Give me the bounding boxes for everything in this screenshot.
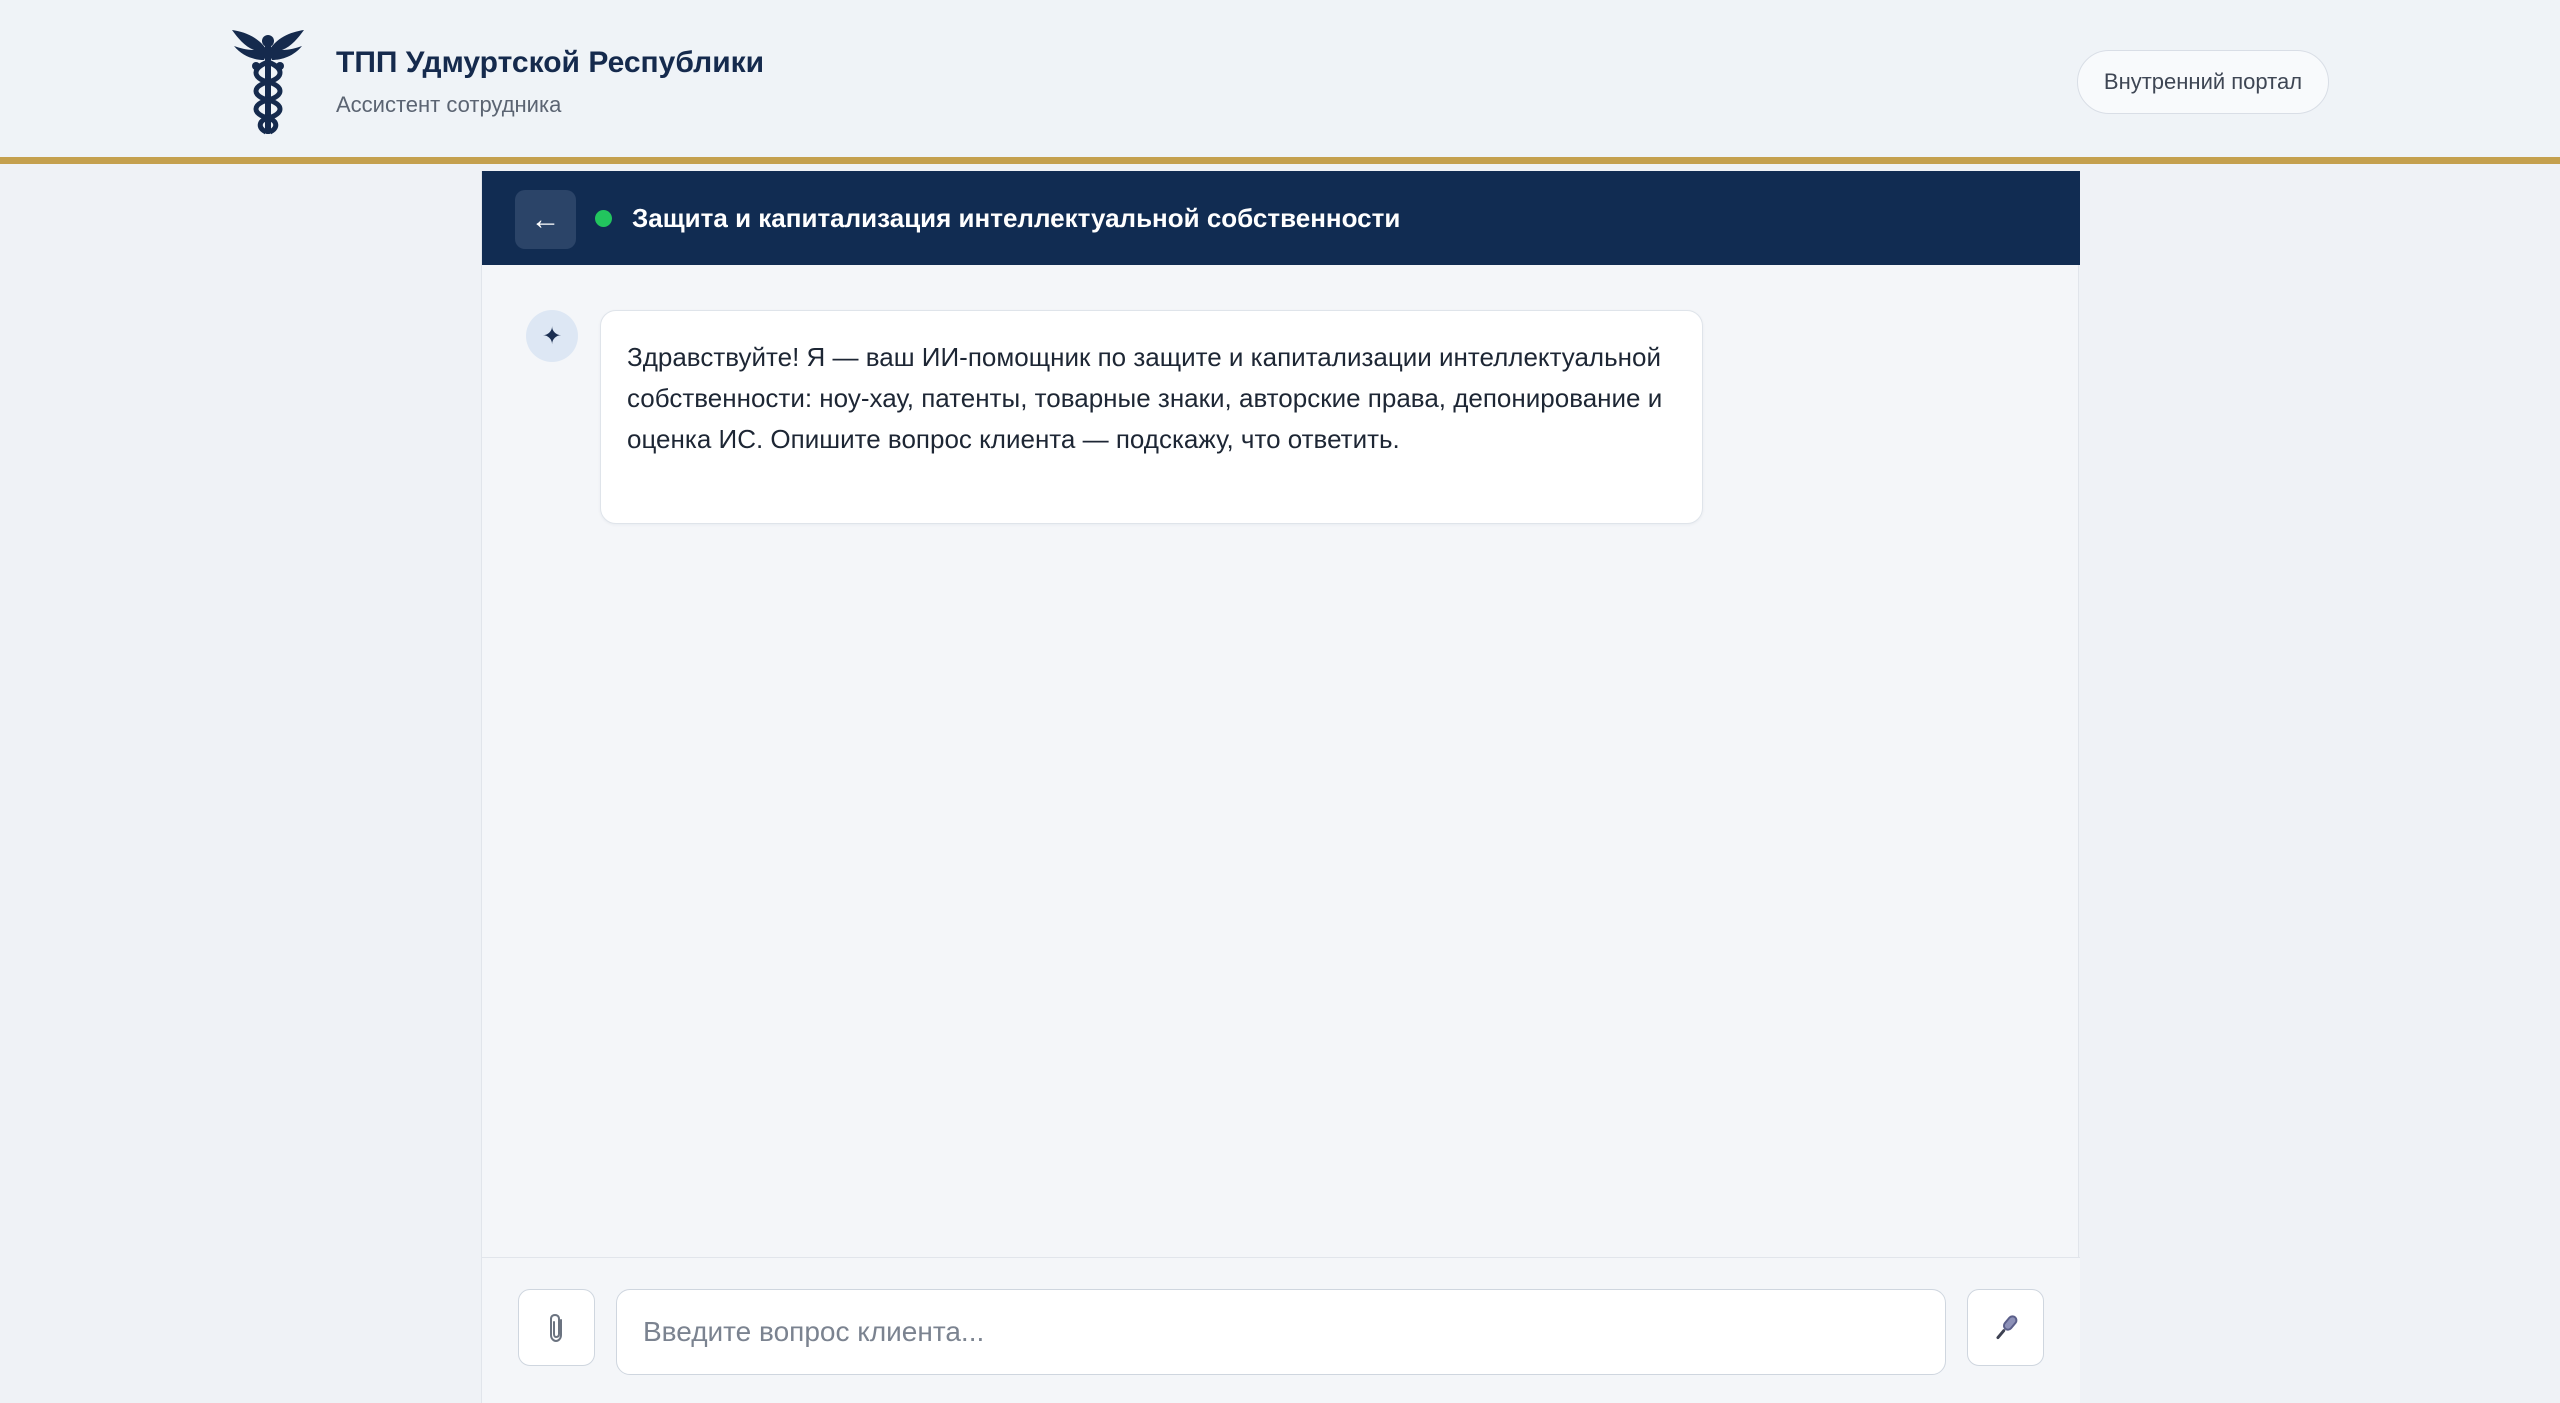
attach-button[interactable] (518, 1289, 595, 1366)
online-status-dot (595, 210, 612, 227)
top-bar: ТПП Удмуртской Республики Ассистент сотр… (0, 0, 2560, 164)
org-title: ТПП Удмуртской Республики (336, 46, 765, 79)
message-composer (482, 1257, 2080, 1403)
caduceus-icon (232, 30, 304, 135)
back-button[interactable]: ← (515, 190, 576, 249)
microphone-button[interactable] (1967, 1289, 2044, 1366)
chat-header: ← Защита и капитализация интеллектуально… (482, 171, 2080, 265)
internal-portal-button[interactable]: Внутренний портал (2077, 50, 2329, 114)
question-input[interactable] (616, 1289, 1946, 1375)
microphone-icon (1995, 1314, 2017, 1339)
paperclip-icon (549, 1313, 562, 1342)
assistant-avatar-icon: ✦ (526, 310, 578, 362)
org-subtitle: Ассистент сотрудника (336, 92, 562, 117)
chat-title: Защита и капитализация интеллектуальной … (632, 203, 1401, 233)
chat-panel: ← Защита и капитализация интеллектуально… (481, 171, 2080, 1403)
assistant-message: Здравствуйте! Я — ваш ИИ-помощник по защ… (600, 310, 1703, 524)
